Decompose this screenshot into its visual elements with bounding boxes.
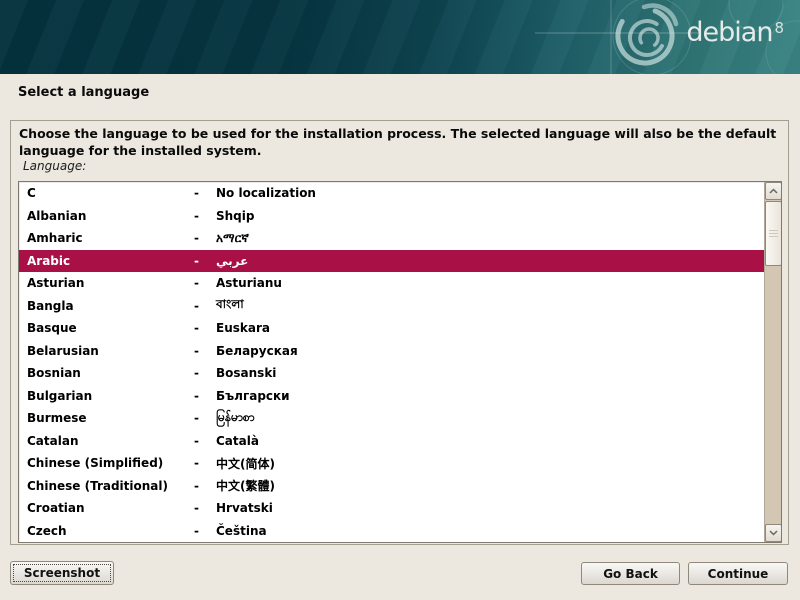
language-native-name: No localization	[216, 186, 764, 200]
language-native-name: Català	[216, 434, 764, 448]
language-row[interactable]: Albanian - Shqip	[19, 205, 764, 228]
language-separator: -	[194, 389, 216, 403]
go-back-button[interactable]: Go Back	[581, 562, 680, 585]
language-name: Chinese (Traditional)	[27, 479, 194, 493]
language-native-name: 中文(简体)	[216, 455, 764, 472]
language-native-name: বাংলা	[216, 296, 764, 316]
language-separator: -	[194, 344, 216, 358]
language-listbox: C - No localization Albanian - Shqip Amh…	[18, 181, 782, 543]
language-row[interactable]: Bangla - বাংলা	[19, 295, 764, 318]
language-native-name: Čeština	[216, 524, 764, 538]
page-title: Select a language	[18, 85, 149, 100]
language-name: Basque	[27, 321, 194, 335]
language-row[interactable]: Asturian - Asturianu	[19, 272, 764, 295]
language-list: C - No localization Albanian - Shqip Amh…	[19, 182, 764, 542]
language-row[interactable]: Czech - Čeština	[19, 520, 764, 543]
language-row[interactable]: Catalan - Català	[19, 430, 764, 453]
language-separator: -	[194, 231, 216, 245]
scrollbar-grip	[769, 228, 778, 239]
language-row[interactable]: Bosnian - Bosanski	[19, 362, 764, 385]
brand-name: debian	[686, 17, 772, 48]
instruction-text: Choose the language to be used for the i…	[19, 125, 779, 159]
language-name: Czech	[27, 524, 194, 538]
language-separator: -	[194, 186, 216, 200]
language-separator: -	[194, 434, 216, 448]
language-name: Asturian	[27, 276, 194, 290]
language-native-name: አማርኛ	[216, 231, 764, 246]
language-name: Bosnian	[27, 366, 194, 380]
language-separator: -	[194, 366, 216, 380]
language-row[interactable]: Croatian - Hrvatski	[19, 497, 764, 520]
scroll-up-icon	[769, 188, 778, 194]
scroll-up-button[interactable]	[765, 182, 782, 200]
language-separator: -	[194, 456, 216, 470]
language-name: Arabic	[27, 254, 194, 268]
language-name: Amharic	[27, 231, 194, 245]
debian-swirl-icon	[595, 0, 695, 74]
language-separator: -	[194, 299, 216, 313]
language-name: Belarusian	[27, 344, 194, 358]
header-banner: debian8	[0, 0, 800, 74]
language-separator: -	[194, 479, 216, 493]
scrollbar[interactable]	[764, 182, 781, 542]
language-native-name: Asturianu	[216, 276, 764, 290]
language-separator: -	[194, 276, 216, 290]
language-name: Albanian	[27, 209, 194, 223]
language-row[interactable]: C - No localization	[19, 182, 764, 205]
language-native-name: Shqip	[216, 209, 764, 223]
language-field-label: Language:	[23, 159, 86, 173]
language-native-name: မြန်မာစာ	[216, 409, 764, 427]
screenshot-button[interactable]: Screenshot	[10, 561, 114, 585]
language-separator: -	[194, 524, 216, 538]
language-native-name: Български	[216, 389, 764, 403]
language-native-name: Hrvatski	[216, 501, 764, 515]
brand-logo: debian8	[686, 17, 784, 48]
language-separator: -	[194, 254, 216, 268]
scrollbar-thumb[interactable]	[765, 201, 782, 266]
language-native-name: عربي	[216, 254, 764, 268]
language-name: C	[27, 186, 194, 200]
language-native-name: Беларуская	[216, 344, 764, 358]
scroll-down-button[interactable]	[765, 524, 782, 542]
language-separator: -	[194, 209, 216, 223]
scroll-down-icon	[769, 530, 778, 536]
language-name: Croatian	[27, 501, 194, 515]
language-row[interactable]: Amharic - አማርኛ	[19, 227, 764, 250]
language-row[interactable]: Chinese (Traditional) - 中文(繁體)	[19, 475, 764, 498]
language-name: Catalan	[27, 434, 194, 448]
language-row[interactable]: Basque - Euskara	[19, 317, 764, 340]
language-name: Chinese (Simplified)	[27, 456, 194, 470]
language-separator: -	[194, 411, 216, 425]
continue-button[interactable]: Continue	[688, 562, 788, 585]
language-separator: -	[194, 321, 216, 335]
brand-version: 8	[774, 19, 784, 37]
language-separator: -	[194, 501, 216, 515]
language-native-name: Euskara	[216, 321, 764, 335]
language-name: Burmese	[27, 411, 194, 425]
language-name: Bulgarian	[27, 389, 194, 403]
language-row[interactable]: Arabic - عربي	[19, 250, 764, 273]
language-row[interactable]: Chinese (Simplified) - 中文(简体)	[19, 452, 764, 475]
language-row[interactable]: Bulgarian - Български	[19, 385, 764, 408]
language-native-name: Bosanski	[216, 366, 764, 380]
language-name: Bangla	[27, 299, 194, 313]
content-frame: Choose the language to be used for the i…	[10, 120, 789, 545]
language-native-name: 中文(繁體)	[216, 477, 764, 494]
language-row[interactable]: Burmese - မြန်မာစာ	[19, 407, 764, 430]
language-row[interactable]: Belarusian - Беларуская	[19, 340, 764, 363]
